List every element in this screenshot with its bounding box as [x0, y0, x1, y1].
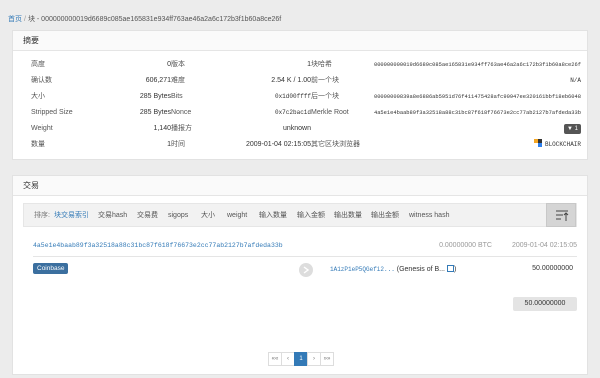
block-hash-label: 块哈希 — [311, 61, 332, 68]
summary-col-1: 高度 0 确认数 606,271 大小 285 Bytes Stripped Size… — [31, 57, 171, 153]
sort-fee[interactable]: 交易费 — [137, 204, 158, 228]
time-label: 时间 — [171, 141, 185, 148]
bits-label: Bits — [171, 93, 183, 100]
page-last[interactable]: »» — [320, 352, 334, 366]
other-explorers-label: 其它区块浏览器 — [311, 141, 360, 148]
next-block-value[interactable]: 00000000839a8e6886ab5951d76f411475428afc… — [374, 89, 581, 105]
summary-col-2: 版本 1 难度 2.54 K / 1.00 Bits 0x1d00ffff Nonce… — [171, 57, 311, 153]
pagination: «« ‹ 1 › »» — [268, 352, 334, 366]
summary-panel: 摘要 高度 0 确认数 606,271 大小 285 Bytes Stripped S… — [12, 30, 588, 160]
difficulty-label: 难度 — [171, 77, 185, 84]
sort-sigops[interactable]: sigops — [168, 204, 188, 228]
blockchair-link[interactable]: BLOCKCHAIR — [533, 137, 581, 153]
output-note-close: ) — [454, 266, 457, 273]
page-first[interactable]: «« — [268, 352, 282, 366]
coinbase-badge: Coinbase — [33, 263, 69, 274]
blockchair-logo-icon — [533, 138, 542, 147]
nonce-value: 0x7c2bac1d — [274, 109, 311, 116]
breadcrumb-home-link[interactable]: 首页 — [8, 16, 22, 23]
tx-header: 4a5e1e4baab89f3a32518a88c31bc87f618f7667… — [33, 239, 577, 253]
sort-witness-hash[interactable]: witness hash — [409, 204, 449, 228]
tx-arrow-icon — [299, 263, 313, 277]
breadcrumb-current: 块 - 000000000019d6689c085ae165831e934ff7… — [27, 16, 282, 23]
transactions-title: 交易 — [13, 176, 587, 196]
version-label: 版本 — [171, 61, 185, 68]
version-badge-icon: ▼ — [567, 126, 573, 132]
page-next[interactable]: › — [307, 352, 321, 366]
sort-output-count[interactable]: 输出数量 — [334, 204, 362, 228]
prev-block-label: 前一个块 — [311, 77, 339, 84]
output-note: (Genesis of B... — [396, 266, 446, 273]
transactions-panel: 交易 排序: 块交易索引 交易hash 交易费 sigops 大小 weight… — [12, 175, 588, 375]
sort-size[interactable]: 大小 — [201, 204, 215, 228]
tx-count-label: 数量 — [31, 141, 45, 148]
time-value: 2009-01-04 02:15:05 — [246, 141, 311, 148]
stripped-size-label: Stripped Size — [31, 109, 73, 116]
nonce-label: Nonce — [171, 109, 192, 116]
merkle-root-label: Merkle Root — [311, 109, 349, 116]
sort-output-amount[interactable]: 输出金额 — [371, 204, 399, 228]
sort-block-index[interactable]: 块交易索引 — [54, 204, 89, 228]
relayed-by-value[interactable]: unknown — [283, 121, 311, 137]
output-address-link[interactable]: 1A1zP1eP5QGefi2... — [330, 266, 395, 273]
weight-label: Weight — [31, 125, 53, 132]
sort-order-button[interactable] — [546, 203, 576, 227]
sort-weight[interactable]: weight — [227, 204, 247, 228]
bits-value: 0x1d00ffff — [274, 93, 311, 100]
tx-fee: 0.00000000 BTC — [439, 242, 492, 249]
confirmations-value: 606,271 — [145, 77, 171, 84]
difficulty-value: 2.54 K / 1.00 — [271, 77, 311, 84]
breadcrumb-separator: / — [24, 16, 26, 23]
sort-label: 排序: — [34, 212, 50, 219]
blockchair-label: BLOCKCHAIR — [544, 141, 581, 148]
sort-input-count[interactable]: 输入数量 — [259, 204, 287, 228]
sort-tx-hash[interactable]: 交易hash — [98, 204, 127, 228]
version-badge-value: 1 — [574, 126, 578, 132]
divider — [33, 256, 577, 257]
weight-value: 1,140 — [153, 125, 171, 132]
size-value: 285 Bytes — [139, 93, 171, 100]
sort-order-icon — [556, 210, 569, 221]
relayed-by-label: 播报方 — [171, 125, 192, 132]
summary-col-3: 块哈希 000000000019d6689c085ae165831e934ff76… — [311, 57, 581, 153]
prev-block-value: N/A — [570, 77, 581, 84]
output-amount: 50.00000000 — [532, 265, 573, 272]
output-entry: 1A1zP1eP5QGefi2... (Genesis of B...) — [330, 265, 456, 273]
sort-input-amount[interactable]: 输入金额 — [297, 204, 325, 228]
page-current[interactable]: 1 — [294, 352, 308, 366]
breadcrumb: 首页 / 块 - 000000000019d6689c085ae165831e934… — [8, 14, 281, 24]
confirmations-label: 确认数 — [31, 77, 52, 84]
stripped-size-value: 285 Bytes — [139, 109, 171, 116]
page-prev[interactable]: ‹ — [281, 352, 295, 366]
version-badge[interactable]: ▼ 1 — [564, 121, 581, 137]
next-block-label: 后一个块 — [311, 93, 339, 100]
merkle-root-value: 4a5e1e4baab89f3a32518a88c31bc87f618f7667… — [373, 110, 581, 116]
summary-title: 摘要 — [13, 31, 587, 51]
tx-hash-link[interactable]: 4a5e1e4baab89f3a32518a88c31bc87f618f7667… — [33, 242, 283, 249]
tx-total-badge: 50.00000000 — [513, 297, 577, 311]
block-hash-value[interactable]: 000000000019d6689c085ae165831e934ff763ae… — [374, 57, 581, 73]
height-label: 高度 — [31, 61, 45, 68]
tx-time: 2009-01-04 02:15:05 — [512, 242, 577, 249]
sort-bar: 排序: 块交易索引 交易hash 交易费 sigops 大小 weight 输入… — [23, 203, 577, 227]
size-label: 大小 — [31, 93, 45, 100]
external-link-icon[interactable] — [447, 265, 455, 272]
